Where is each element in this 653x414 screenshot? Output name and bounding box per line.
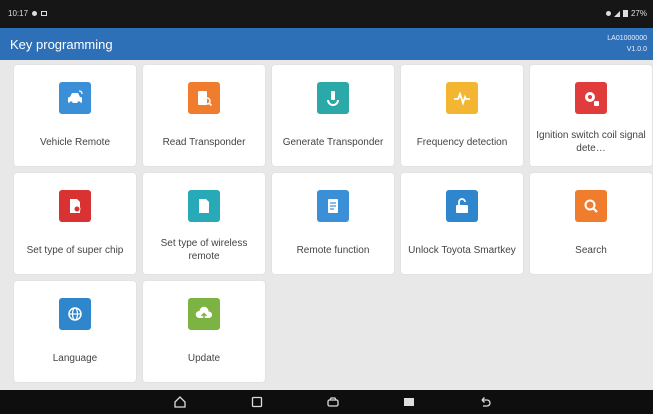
tile-frequency-detection[interactable]: Frequency detection xyxy=(401,65,523,166)
super-chip-icon xyxy=(59,190,91,222)
status-bar: 10:17 27% xyxy=(0,0,653,28)
tile-label: Set type of super chip xyxy=(26,244,124,256)
status-right: 27% xyxy=(605,9,647,18)
status-time: 10:17 xyxy=(8,9,29,18)
remote-function-icon xyxy=(317,190,349,222)
globe-icon xyxy=(59,298,91,330)
version-number: V1.0.0 xyxy=(626,46,647,53)
vci-icon[interactable] xyxy=(326,395,340,409)
ignition-coil-icon xyxy=(575,82,607,114)
tile-remote-function[interactable]: Remote function xyxy=(272,173,394,274)
search-icon xyxy=(575,190,607,222)
tile-read-transponder[interactable]: Read Transponder xyxy=(143,65,265,166)
location-icon xyxy=(605,11,611,16)
tile-label: Remote function xyxy=(296,244,370,256)
tile-label: Update xyxy=(187,352,221,364)
tile-unlock-toyota[interactable]: Unlock Toyota Smartkey xyxy=(401,173,523,274)
generate-transponder-icon xyxy=(317,82,349,114)
tile-update[interactable]: Update xyxy=(143,281,265,382)
tile-label: Search xyxy=(575,244,607,256)
recent-apps-icon[interactable] xyxy=(250,395,264,409)
tile-label: Language xyxy=(52,352,98,364)
tile-super-chip[interactable]: Set type of super chip xyxy=(14,173,136,274)
read-transponder-icon xyxy=(188,82,220,114)
battery-icon xyxy=(622,10,628,17)
frequency-wave-icon xyxy=(446,82,478,114)
page-title: Key programming xyxy=(10,37,113,52)
wifi-icon xyxy=(613,10,620,17)
tile-vehicle-remote[interactable]: Vehicle Remote xyxy=(14,65,136,166)
car-remote-icon xyxy=(59,82,91,114)
status-left: 10:17 xyxy=(8,9,48,18)
tile-wireless-remote[interactable]: Set type of wireless remote xyxy=(143,173,265,274)
function-grid: Vehicle Remote Read Transponder Generate… xyxy=(0,60,653,390)
gallery-icon xyxy=(41,11,48,16)
device-info: LA01000000 V1.0.0 xyxy=(607,33,647,55)
serial-number: LA01000000 xyxy=(607,35,647,42)
tile-search[interactable]: Search xyxy=(530,173,652,274)
screenshot-icon[interactable] xyxy=(402,395,416,409)
tile-label: Unlock Toyota Smartkey xyxy=(408,244,516,256)
tile-label: Vehicle Remote xyxy=(39,136,111,148)
tile-label: Set type of wireless remote xyxy=(160,238,248,262)
battery-level: 27% xyxy=(630,9,647,18)
wireless-remote-icon xyxy=(188,190,220,222)
cloud-upload-icon xyxy=(188,298,220,330)
system-nav-bar xyxy=(0,390,653,414)
back-icon[interactable] xyxy=(478,395,492,409)
tile-language[interactable]: Language xyxy=(14,281,136,382)
tile-label: Ignition switch coil signal dete… xyxy=(536,130,646,154)
tile-label: Generate Transponder xyxy=(282,136,384,148)
tile-ignition-coil[interactable]: Ignition switch coil signal dete… xyxy=(530,65,652,166)
app-bar: Key programming LA01000000 V1.0.0 xyxy=(0,28,653,60)
tile-generate-transponder[interactable]: Generate Transponder xyxy=(272,65,394,166)
home-icon[interactable] xyxy=(173,395,187,409)
notification-icon xyxy=(32,11,38,16)
unlock-icon xyxy=(446,190,478,222)
tile-label: Read Transponder xyxy=(162,136,246,148)
tile-label: Frequency detection xyxy=(416,136,508,148)
